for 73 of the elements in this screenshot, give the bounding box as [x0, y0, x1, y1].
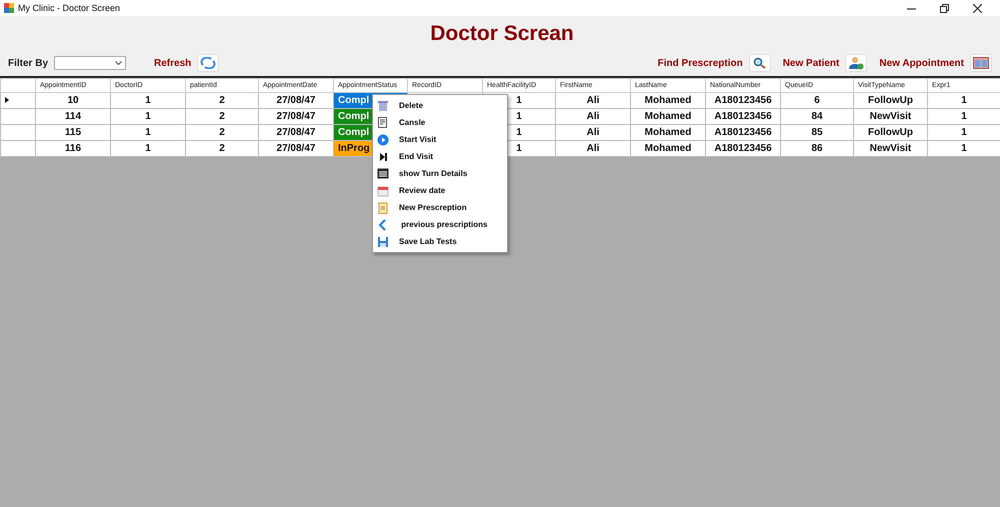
window-title: My Clinic - Doctor Screen	[18, 3, 122, 13]
table-cell: 27/08/47	[258, 124, 334, 140]
menu-item[interactable]: show Turn Details	[373, 165, 507, 182]
save-icon	[377, 236, 389, 248]
table-cell: Ali	[556, 92, 630, 108]
table-cell: 6	[780, 92, 854, 108]
table-cell: 85	[780, 124, 854, 140]
menu-item[interactable]: Review date	[373, 182, 507, 199]
table-cell: 27/08/47	[258, 140, 334, 156]
table-cell: 10	[36, 92, 110, 108]
table-cell: 1	[110, 124, 186, 140]
table-cell: Ali	[556, 140, 630, 156]
action-label: New Appointment	[879, 58, 964, 68]
table-cell: 84	[780, 108, 854, 124]
close-icon[interactable]	[973, 4, 982, 12]
table-cell: 114	[36, 108, 110, 124]
table-cell: FollowUp	[854, 124, 928, 140]
refresh-button[interactable]	[197, 54, 220, 72]
action-label: Find Prescreption	[658, 58, 743, 68]
calendar-icon	[973, 57, 989, 69]
calendar-icon	[377, 184, 389, 196]
trash-icon	[377, 100, 389, 112]
table-cell: 2	[186, 140, 258, 156]
restore-icon[interactable]	[940, 4, 949, 12]
table-cell: A180123456	[706, 108, 780, 124]
clipboard-icon	[377, 202, 389, 214]
list-window-icon	[377, 168, 389, 180]
table-cell: 1	[110, 92, 186, 108]
table-cell: 2	[186, 108, 258, 124]
table-cell: 27/08/47	[258, 108, 334, 124]
document-icon	[377, 116, 389, 128]
table-cell: A180123456	[706, 124, 780, 140]
menu-item[interactable]: previous prescriptions	[373, 216, 507, 233]
table-cell: 2	[186, 92, 258, 108]
action-button[interactable]	[970, 54, 992, 72]
filter-label: Filter By	[8, 58, 48, 68]
table-cell: 27/08/47	[258, 92, 334, 108]
table-cell: 1	[928, 108, 1000, 124]
menu-item[interactable]: New Prescreption	[373, 199, 507, 216]
table-cell: A180123456	[706, 140, 780, 156]
table-cell: A180123456	[706, 92, 780, 108]
table-cell: 1	[928, 124, 1000, 140]
table-cell: 2	[186, 124, 258, 140]
magnifier-icon	[752, 57, 767, 69]
refresh-icon	[200, 57, 216, 69]
table-cell: 1	[928, 92, 1000, 108]
table-cell: Mohamed	[630, 140, 706, 156]
action-label: New Patient	[782, 58, 840, 68]
table-cell: 1	[110, 108, 186, 124]
table-cell: NewVisit	[854, 108, 928, 124]
table-cell: Ali	[556, 108, 630, 124]
row-pointer-icon	[5, 97, 9, 103]
action-button[interactable]	[845, 54, 868, 72]
table-cell: FollowUp	[854, 92, 928, 108]
skip-end-icon	[377, 150, 389, 162]
table-cell: 116	[36, 140, 110, 156]
person-add-icon	[848, 56, 864, 70]
action-button[interactable]	[748, 54, 771, 72]
table-cell: 86	[780, 140, 854, 156]
table-cell: 1	[110, 140, 186, 156]
refresh-label: Refresh	[154, 58, 192, 68]
app-icon	[4, 3, 14, 13]
table-cell: Mohamed	[630, 92, 706, 108]
table-cell: NewVisit	[854, 140, 928, 156]
page-heading: Doctor Screan	[430, 22, 574, 46]
table-cell: 1	[928, 140, 1000, 156]
menu-item[interactable]: Save Lab Tests	[373, 233, 507, 250]
chevron-down-icon	[115, 61, 122, 65]
play-icon	[377, 134, 389, 146]
table-cell: Ali	[556, 124, 630, 140]
table-cell: 115	[36, 124, 110, 140]
table-cell: Mohamed	[630, 108, 706, 124]
table-cell: Mohamed	[630, 124, 706, 140]
